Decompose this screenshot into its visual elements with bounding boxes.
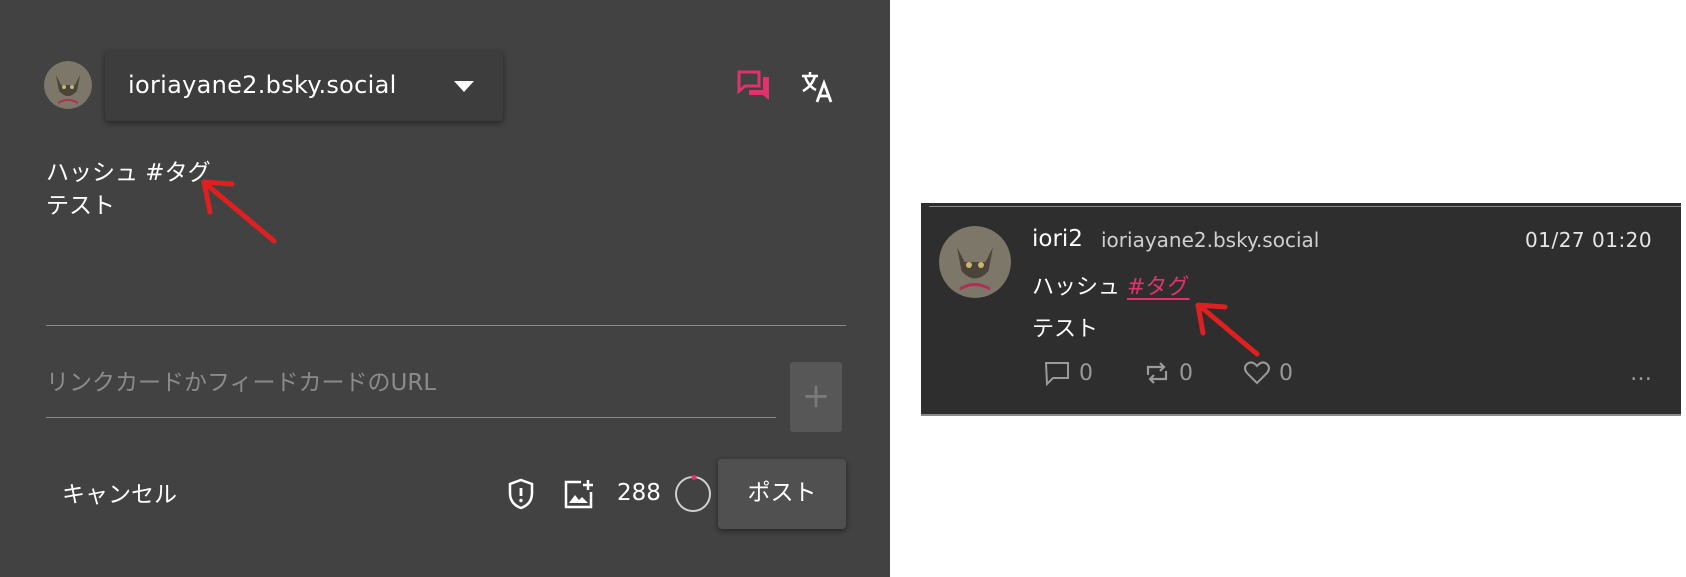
post-body: ハッシュ #タグ テスト (1032, 267, 1189, 351)
post-composer: ioriayane2.bsky.social ハッシュ #タグ テスト リンクカ… (0, 0, 890, 577)
like-count: 0 (1279, 360, 1293, 386)
repost-count: 0 (1179, 360, 1193, 386)
card-top-divider (929, 206, 1681, 207)
post-body-line: テスト (1032, 317, 1099, 342)
shield-icon[interactable] (507, 478, 535, 510)
post-card: iori2 ioriayane2.bsky.social 01/27 01:20… (921, 203, 1681, 416)
post-body-text: ハッシュ (1032, 275, 1127, 300)
author-handle[interactable]: ioriayane2.bsky.social (1101, 228, 1319, 252)
chevron-down-icon (454, 81, 474, 92)
add-link-card-button[interactable]: + (790, 362, 842, 432)
cancel-button[interactable]: キャンセル (62, 475, 177, 509)
post-body-line: ハッシュ #タグ (1032, 267, 1189, 309)
heart-icon (1244, 361, 1270, 385)
character-count: 288 (617, 480, 661, 506)
cat-avatar-image (939, 226, 1011, 298)
url-input-underline (46, 417, 776, 418)
author-display-name[interactable]: iori2 (1032, 226, 1083, 252)
post-timestamp: 01/27 01:20 (1525, 228, 1653, 252)
translate-icon[interactable] (800, 70, 834, 104)
more-options-button[interactable]: … (1630, 361, 1654, 386)
reply-icon (1044, 362, 1069, 387)
red-arrow-annotation (201, 179, 277, 244)
link-card-url-input[interactable]: リンクカードかフィードカードのURL (46, 363, 776, 397)
thread-icon[interactable] (737, 69, 771, 103)
cat-avatar-image (44, 61, 92, 109)
composer-avatar (44, 61, 92, 109)
hashtag-link[interactable]: #タグ (1127, 275, 1189, 300)
card-bottom-divider (921, 414, 1681, 416)
post-button[interactable]: ポスト (718, 459, 846, 529)
repost-icon (1146, 362, 1168, 384)
account-handle: ioriayane2.bsky.social (128, 71, 397, 99)
reply-count: 0 (1079, 360, 1093, 386)
account-selector[interactable]: ioriayane2.bsky.social (105, 51, 503, 121)
add-image-icon[interactable] (563, 478, 595, 510)
repost-action[interactable]: 0 (1143, 359, 1193, 387)
text-area-divider (46, 325, 846, 326)
post-text-line: ハッシュ #タグ (46, 160, 211, 186)
post-text-line: テスト (46, 193, 115, 219)
post-avatar[interactable] (939, 226, 1011, 298)
red-arrow-annotation (1195, 302, 1260, 357)
progress-ring-icon (674, 474, 712, 513)
like-action[interactable]: 0 (1243, 359, 1293, 387)
reply-action[interactable]: 0 (1043, 359, 1093, 387)
post-text-input[interactable]: ハッシュ #タグ テスト (46, 157, 211, 223)
